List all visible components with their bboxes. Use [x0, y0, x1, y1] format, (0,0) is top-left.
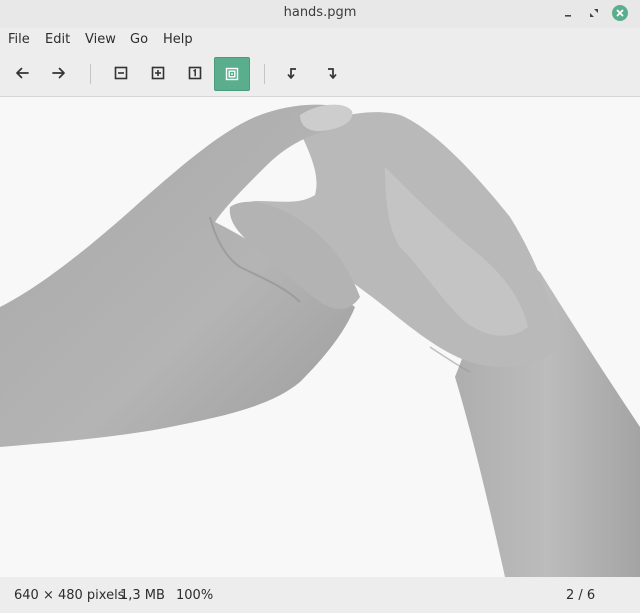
zoom-original-icon	[188, 66, 202, 80]
menu-go[interactable]: Go	[130, 32, 148, 47]
zoom-out-button[interactable]	[105, 57, 137, 89]
rotate-right-button[interactable]	[315, 57, 347, 89]
rotate-right-icon	[328, 68, 337, 79]
toolbar-separator	[90, 64, 91, 84]
title-bar[interactable]: hands.pgm	[0, 0, 640, 28]
zoom-in-button[interactable]	[142, 57, 174, 89]
toolbar	[0, 52, 640, 97]
zoom-out-icon	[114, 66, 128, 80]
menu-view[interactable]: View	[85, 32, 116, 47]
close-button[interactable]	[612, 5, 628, 21]
close-icon	[616, 9, 624, 17]
status-bar: 640 × 480 pixels 1,3 MB 100% 2 / 6	[0, 577, 640, 613]
menu-bar: File Edit View Go Help	[0, 28, 640, 52]
arrow-right-icon	[52, 67, 65, 79]
hands-image	[0, 104, 640, 577]
menu-edit[interactable]: Edit	[45, 32, 70, 47]
menu-file[interactable]: File	[8, 32, 30, 47]
back-button[interactable]	[6, 57, 38, 89]
maximize-icon	[590, 9, 598, 17]
image-dimensions: 640 × 480 pixels	[14, 588, 125, 603]
maximize-button[interactable]	[586, 5, 602, 21]
zoom-in-icon	[151, 66, 165, 80]
rotate-left-button[interactable]	[277, 57, 309, 89]
image-position: 2 / 6	[566, 588, 596, 603]
image-viewport[interactable]	[0, 97, 640, 577]
file-size: 1,3 MB	[120, 588, 165, 603]
image-viewer-window: hands.pgm File Edit View Go Help 640 × 4…	[0, 0, 640, 613]
arrow-left-icon	[16, 67, 29, 79]
rotate-left-icon	[287, 68, 296, 79]
forward-button[interactable]	[43, 57, 75, 89]
zoom-normal-button[interactable]	[179, 57, 211, 89]
toolbar-separator	[264, 64, 265, 84]
menu-help[interactable]: Help	[163, 32, 193, 47]
zoom-fit-icon	[225, 67, 239, 81]
minimize-icon	[565, 15, 571, 17]
window-title: hands.pgm	[283, 5, 357, 20]
zoom-fit-button[interactable]	[214, 57, 250, 91]
minimize-button[interactable]	[560, 5, 576, 21]
zoom-level: 100%	[176, 588, 214, 603]
